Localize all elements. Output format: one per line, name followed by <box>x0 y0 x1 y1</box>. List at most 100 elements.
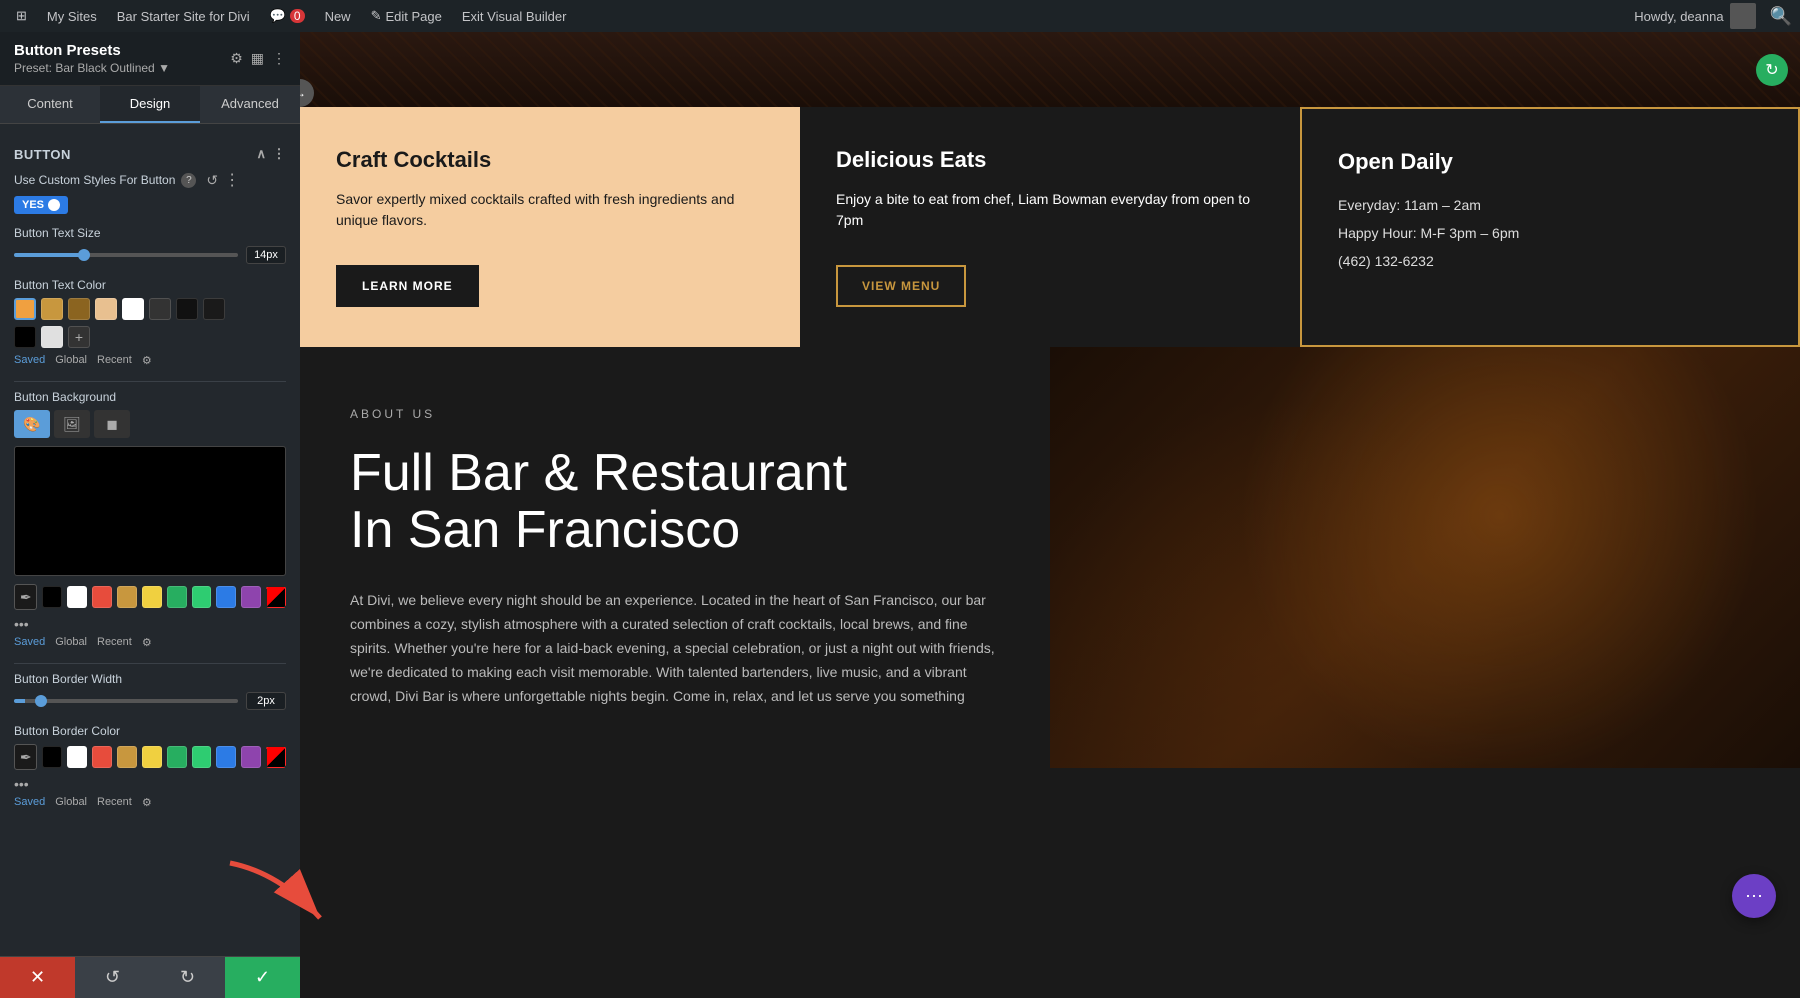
border-slider-row: 2px <box>14 692 286 710</box>
cancel-button[interactable]: ✕ <box>0 957 75 998</box>
border-swatch-red[interactable] <box>92 746 112 768</box>
bottom-action-bar: ✕ ↺ ↻ ✓ <box>0 956 300 998</box>
bg-global-tag[interactable]: Global <box>55 636 87 649</box>
more-options-icon[interactable]: ⋮ <box>272 50 286 67</box>
bg-type-gradient[interactable]: ◼ <box>94 410 130 438</box>
border-swatch-diag[interactable] <box>266 746 286 768</box>
color-swatch-black3[interactable] <box>14 326 36 348</box>
text-size-slider[interactable] <box>14 253 238 257</box>
border-swatch-ltgreen[interactable] <box>192 746 212 768</box>
bg-swatch-yellow[interactable] <box>142 586 162 608</box>
color-swatch-brown[interactable] <box>68 298 90 320</box>
border-swatch-white[interactable] <box>67 746 87 768</box>
color-swatch-dark-gray[interactable] <box>149 298 171 320</box>
button-text-size-field: Button Text Size 14px <box>14 226 286 264</box>
border-width-slider[interactable] <box>14 699 238 703</box>
border-eyedropper-icon[interactable]: ✒ <box>14 744 37 770</box>
color-picker-row: ✒ <box>14 584 286 610</box>
bg-recent-tag[interactable]: Recent <box>97 636 132 649</box>
border-width-value: 2px <box>246 692 286 710</box>
bg-swatch-gold[interactable] <box>117 586 137 608</box>
undo-button[interactable]: ↺ <box>75 957 150 998</box>
bg-swatch-white[interactable] <box>67 586 87 608</box>
refresh-circle-button[interactable]: ↻ <box>1756 54 1788 86</box>
view-menu-button[interactable]: VIEW MENU <box>836 265 966 307</box>
color-settings-icon[interactable]: ⚙ <box>142 354 152 367</box>
yes-toggle[interactable]: YES <box>14 196 68 214</box>
settings-icon[interactable]: ⚙ <box>230 50 243 67</box>
bg-color-settings-icon[interactable]: ⚙ <box>142 636 152 649</box>
color-swatch-tan[interactable] <box>41 298 63 320</box>
left-panel: Button Presets Preset: Bar Black Outline… <box>0 32 300 998</box>
about-image <box>1050 347 1800 768</box>
toggle-dot <box>48 199 60 211</box>
bg-swatch-ltgreen[interactable] <box>192 586 212 608</box>
button-section-title: Button ∧ ⋮ <box>14 146 286 162</box>
bg-type-image[interactable]: 🖼 <box>54 410 90 438</box>
hero-image: ↻ <box>300 32 1800 107</box>
bg-saved-tag[interactable]: Saved <box>14 636 45 649</box>
exit-builder-item[interactable]: Exit Visual Builder <box>454 0 575 32</box>
collapse-icon[interactable]: ∧ <box>256 146 266 162</box>
bg-more-icon[interactable]: ••• <box>14 616 29 632</box>
fab-button[interactable]: ⋯ <box>1732 874 1776 918</box>
site-name-item[interactable]: Bar Starter Site for Divi <box>109 0 258 32</box>
bg-swatch-green[interactable] <box>167 586 187 608</box>
bg-color-tags: Saved Global Recent ⚙ <box>14 636 286 649</box>
redo-button[interactable]: ↻ <box>150 957 225 998</box>
color-swatch-black1[interactable] <box>176 298 198 320</box>
color-swatch-light-gray[interactable] <box>41 326 63 348</box>
tab-advanced[interactable]: Advanced <box>200 86 300 123</box>
panel-tabs: Content Design Advanced <box>0 86 300 124</box>
grid-icon[interactable]: ▦ <box>251 50 264 67</box>
learn-more-button[interactable]: LEARN MORE <box>336 265 479 307</box>
new-item[interactable]: New <box>317 0 359 32</box>
button-text-color-field: Button Text Color + Saved Global Recent <box>14 278 286 367</box>
global-tag[interactable]: Global <box>55 354 87 367</box>
border-swatch-green[interactable] <box>167 746 187 768</box>
help-icon[interactable]: ? <box>181 173 196 188</box>
border-swatch-black[interactable] <box>42 746 62 768</box>
bg-swatch-red[interactable] <box>92 586 112 608</box>
recent-tag[interactable]: Recent <box>97 354 132 367</box>
card-heading: Craft Cocktails <box>336 147 764 173</box>
border-width-label: Button Border Width <box>14 672 286 686</box>
reset-icon[interactable]: ↺ <box>206 172 218 189</box>
border-recent-tag[interactable]: Recent <box>97 796 132 809</box>
confirm-button[interactable]: ✓ <box>225 957 300 998</box>
bg-swatch-blue[interactable] <box>216 586 236 608</box>
border-swatch-yellow[interactable] <box>142 746 162 768</box>
border-swatch-gold[interactable] <box>117 746 137 768</box>
border-saved-tag[interactable]: Saved <box>14 796 45 809</box>
search-icon[interactable]: 🔍 <box>1770 6 1792 27</box>
bg-swatch-diag[interactable] <box>266 586 286 608</box>
main-content: ↻ ↔ Craft Cocktails Savor expertly mixed… <box>300 32 1800 998</box>
panel-subtitle[interactable]: Preset: Bar Black Outlined ▼ <box>14 61 170 75</box>
toggle-more-icon[interactable]: ⋮ <box>224 170 240 190</box>
border-global-tag[interactable]: Global <box>55 796 87 809</box>
color-swatch-white[interactable] <box>122 298 144 320</box>
edit-page-item[interactable]: ✎ Edit Page <box>363 0 450 32</box>
wp-logo-item[interactable]: ⊞ <box>8 0 35 32</box>
my-sites-item[interactable]: My Sites <box>39 0 105 32</box>
color-swatch-black2[interactable] <box>203 298 225 320</box>
section-more-icon[interactable]: ⋮ <box>273 146 287 162</box>
bg-swatch-black[interactable] <box>42 586 62 608</box>
border-color-settings-icon[interactable]: ⚙ <box>142 796 152 809</box>
bg-type-solid[interactable]: 🎨 <box>14 410 50 438</box>
border-more-icon[interactable]: ••• <box>14 776 29 792</box>
tab-design[interactable]: Design <box>100 86 200 123</box>
color-swatch-orange[interactable] <box>14 298 36 320</box>
add-color-swatch[interactable]: + <box>68 326 90 348</box>
color-swatch-peach[interactable] <box>95 298 117 320</box>
button-border-color-field: Button Border Color ✒ ••• Saved Global <box>14 724 286 809</box>
eyedropper-icon[interactable]: ✒ <box>14 584 37 610</box>
bg-swatch-purple[interactable] <box>241 586 261 608</box>
panel-content: Button ∧ ⋮ Use Custom Styles For Button … <box>0 124 300 956</box>
tab-content[interactable]: Content <box>0 86 100 123</box>
border-swatch-purple[interactable] <box>241 746 261 768</box>
border-swatch-blue[interactable] <box>216 746 236 768</box>
comments-item[interactable]: 💬 0 <box>262 0 313 32</box>
saved-tag[interactable]: Saved <box>14 354 45 367</box>
button-bg-label: Button Background <box>14 390 286 404</box>
